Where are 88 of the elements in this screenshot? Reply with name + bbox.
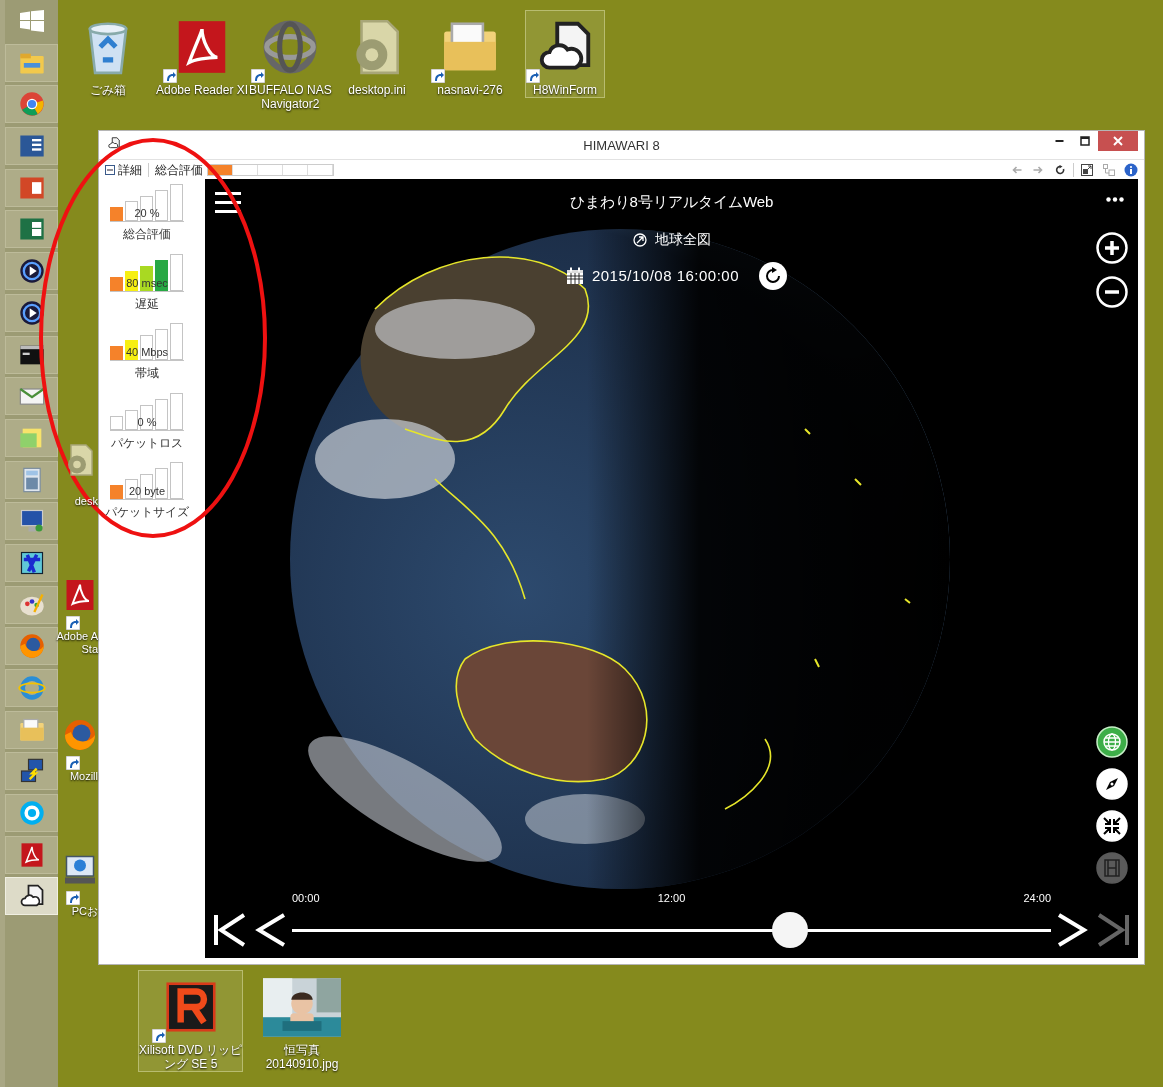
app-icon xyxy=(107,136,121,150)
icon-label[interactable]: Navigator2 xyxy=(261,97,320,111)
icon-label[interactable]: 20140910.jpg xyxy=(265,1057,339,1071)
film-strip-icon xyxy=(1096,852,1128,884)
more-icon xyxy=(1106,197,1124,202)
icon-label[interactable]: Sta xyxy=(81,643,98,656)
metric-label: パケットサイズ xyxy=(105,504,189,521)
shortcut-arrow-icon xyxy=(526,69,540,83)
maximize-icon xyxy=(1080,136,1090,146)
icon-label[interactable]: BUFFALO NAS xyxy=(249,83,332,97)
plus-icon xyxy=(1096,232,1128,264)
left-arrow-icon xyxy=(1010,164,1022,175)
shortcut-arrow-icon xyxy=(66,891,80,905)
window-title: HIMAWARI 8 xyxy=(583,137,660,156)
minimize-icon xyxy=(1054,140,1064,142)
icon-label[interactable]: Adobe Reader XI xyxy=(156,83,249,97)
shortcut-arrow-icon xyxy=(251,69,266,83)
shortcut-arrow-icon xyxy=(151,1029,166,1043)
icon-label[interactable]: Xilisoft DVD リッピ xyxy=(139,1043,243,1057)
metric-label: 総合評価 xyxy=(123,226,171,243)
metric-value: 20 byte xyxy=(128,485,166,498)
desktop-item[interactable]: nasnavi-276 xyxy=(430,10,510,98)
compress-button[interactable] xyxy=(1096,810,1128,842)
desktop-item[interactable]: Adobe Reader XI xyxy=(155,10,250,98)
timeline-slider[interactable] xyxy=(292,912,1051,948)
compass-icon xyxy=(1096,768,1128,800)
icon-label[interactable]: ング SE 5 xyxy=(164,1057,218,1071)
metric-label: パケットロス xyxy=(111,434,183,452)
right-chevron-icon xyxy=(1056,913,1090,947)
shortcut-arrow-icon xyxy=(431,69,445,83)
reload-icon xyxy=(1054,164,1066,175)
icon-label[interactable]: PCお xyxy=(71,905,98,918)
shortcut-arrow-icon xyxy=(163,69,178,83)
icon-label[interactable]: H8WinForm xyxy=(533,83,597,97)
metric-value: 0 % xyxy=(137,415,157,429)
metric-value: 20 % xyxy=(134,207,160,220)
tree-icon xyxy=(1103,163,1115,176)
shortcut-arrow-icon xyxy=(66,756,80,770)
metric-label: 帯域 xyxy=(135,365,159,382)
time-tick: 00:00 xyxy=(292,890,320,906)
arrow-circle-icon xyxy=(632,232,647,247)
more-button[interactable] xyxy=(1106,197,1124,202)
date-time: 2015/10/08 16:00:00 xyxy=(591,265,740,286)
close-button[interactable] xyxy=(1098,131,1138,151)
info-icon xyxy=(1124,162,1138,177)
menu-icon xyxy=(215,191,241,213)
globe-icon xyxy=(1096,726,1128,758)
zoom-out-button[interactable] xyxy=(1096,276,1128,308)
icon-label[interactable]: 恒写真 xyxy=(284,1043,320,1057)
region-button[interactable]: 地球全図 xyxy=(632,229,711,250)
icon-label[interactable]: desk xyxy=(74,495,98,508)
round-logo-icon xyxy=(17,90,46,119)
app-title: ひまわり8号リアルタイムWeb xyxy=(569,192,774,212)
left-chevron-icon xyxy=(253,913,287,947)
summary-label: 総合評価 xyxy=(155,161,203,179)
desktop-item[interactable]: BUFFALO NAS Navigator2 xyxy=(248,10,333,112)
shortcut-arrow-icon xyxy=(66,616,80,630)
right-arrow-icon xyxy=(1032,164,1044,175)
e-ring-icon xyxy=(17,674,46,702)
desktop-item[interactable]: Xilisoft DVD リッピ ング SE 5 xyxy=(138,970,244,1072)
desktop-item[interactable]: ごみ箱 xyxy=(68,10,148,98)
window-mode-icon xyxy=(1081,163,1093,176)
compass-button[interactable] xyxy=(1096,768,1128,800)
icon-label[interactable]: Mozill xyxy=(69,770,98,783)
desktop-item[interactable]: 恒写真 20140910.jpg xyxy=(262,970,342,1072)
menu-button[interactable] xyxy=(215,191,241,213)
icon-label[interactable]: desktop.ini xyxy=(348,83,406,97)
skip-forward-icon xyxy=(1096,913,1130,947)
details-toggle[interactable]: 詳細 xyxy=(105,160,142,179)
metric-label: 遅延 xyxy=(135,295,159,313)
desktop-item[interactable]: desktop.ini xyxy=(337,10,417,98)
icon-label[interactable]: ごみ箱 xyxy=(90,83,126,97)
refresh-icon xyxy=(764,267,783,285)
windows-logo-icon xyxy=(19,10,44,32)
icon-label[interactable]: nasnavi-276 xyxy=(437,83,503,97)
media-player-icon xyxy=(17,257,46,286)
compress-arrows-icon xyxy=(1096,810,1128,842)
time-tick: 12:00 xyxy=(657,890,686,906)
metric-value: 40 Mbps xyxy=(125,346,169,359)
zoom-in-button[interactable] xyxy=(1096,232,1128,264)
window-mode-button[interactable] xyxy=(1078,163,1096,176)
time-tick: 24:00 xyxy=(1023,890,1051,906)
desktop-item[interactable]: H8WinForm xyxy=(525,10,605,98)
close-icon xyxy=(1113,136,1123,146)
skip-back-icon xyxy=(213,913,247,947)
minus-icon xyxy=(1096,276,1128,308)
globe-button[interactable] xyxy=(1096,726,1128,758)
info-button[interactable] xyxy=(1122,162,1140,177)
